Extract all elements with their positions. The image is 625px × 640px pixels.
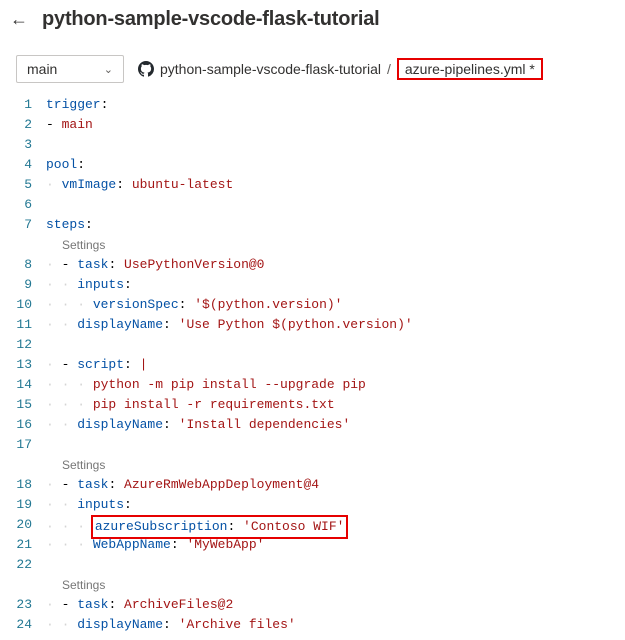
line-number: 5 xyxy=(0,175,32,195)
breadcrumb-repo[interactable]: python-sample-vscode-flask-tutorial xyxy=(160,61,381,77)
line-number: 10 xyxy=(0,295,32,315)
line-number: 15 xyxy=(0,395,32,415)
page-title: python-sample-vscode-flask-tutorial xyxy=(42,8,380,31)
line-number: 8 xyxy=(0,255,32,275)
line-number-gutter: 1 2 3 4 5 6 7 8 9 10 11 12 13 14 15 16 1… xyxy=(0,95,46,635)
line-number: 3 xyxy=(0,135,32,155)
line-number: 20 xyxy=(0,515,32,535)
github-icon xyxy=(138,61,154,77)
line-number: 9 xyxy=(0,275,32,295)
breadcrumb-separator: / xyxy=(387,61,391,77)
line-number: 4 xyxy=(0,155,32,175)
line-number: 11 xyxy=(0,315,32,335)
back-arrow-icon[interactable]: ← xyxy=(10,9,30,30)
line-number: 16 xyxy=(0,415,32,435)
line-number: 17 xyxy=(0,435,32,455)
line-number: 23 xyxy=(0,595,32,615)
breadcrumb: python-sample-vscode-flask-tutorial / az… xyxy=(138,58,543,80)
line-number: 7 xyxy=(0,215,32,235)
code-content[interactable]: trigger: - main pool: · vmImage: ubuntu-… xyxy=(46,95,625,635)
line-number: 21 xyxy=(0,535,32,555)
toolbar: main ⌄ python-sample-vscode-flask-tutori… xyxy=(0,45,625,91)
line-number: 18 xyxy=(0,475,32,495)
line-number: 13 xyxy=(0,355,32,375)
line-number: 14 xyxy=(0,375,32,395)
line-number: 19 xyxy=(0,495,32,515)
settings-codelens[interactable]: Settings xyxy=(46,235,625,255)
branch-name: main xyxy=(27,61,57,77)
settings-codelens[interactable]: Settings xyxy=(46,575,625,595)
breadcrumb-filename[interactable]: azure-pipelines.yml * xyxy=(397,58,543,80)
line-number: 12 xyxy=(0,335,32,355)
line-number: 1 xyxy=(0,95,32,115)
branch-selector[interactable]: main ⌄ xyxy=(16,55,124,83)
line-number: 22 xyxy=(0,555,32,575)
code-editor[interactable]: 1 2 3 4 5 6 7 8 9 10 11 12 13 14 15 16 1… xyxy=(0,91,625,635)
line-number: 2 xyxy=(0,115,32,135)
settings-codelens[interactable]: Settings xyxy=(46,455,625,475)
line-number: 24 xyxy=(0,615,32,635)
chevron-down-icon: ⌄ xyxy=(104,63,113,76)
header: ← python-sample-vscode-flask-tutorial xyxy=(0,0,625,45)
line-number: 6 xyxy=(0,195,32,215)
